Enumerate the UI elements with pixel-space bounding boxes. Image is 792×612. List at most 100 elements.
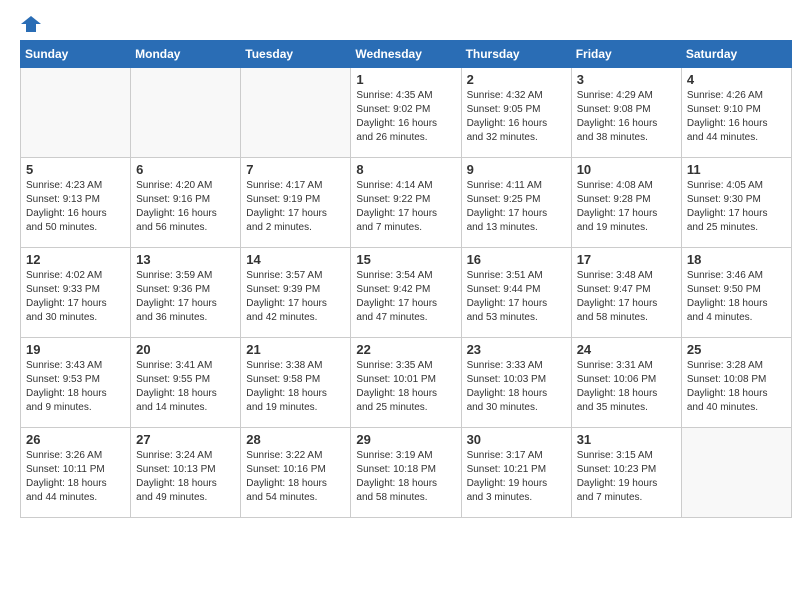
day-info: Sunrise: 3:46 AM Sunset: 9:50 PM Dayligh… (687, 269, 786, 325)
day-info: Sunrise: 4:14 AM Sunset: 9:22 PM Dayligh… (356, 179, 455, 235)
day-info: Sunrise: 3:57 AM Sunset: 9:39 PM Dayligh… (246, 269, 345, 325)
day-info: Sunrise: 4:05 AM Sunset: 9:30 PM Dayligh… (687, 179, 786, 235)
calendar-table: SundayMondayTuesdayWednesdayThursdayFrid… (20, 40, 792, 518)
calendar-day-cell: 19 Sunrise: 3:43 AM Sunset: 9:53 PM Dayli… (21, 338, 131, 428)
day-number: 12 (26, 252, 125, 267)
day-number: 8 (356, 162, 455, 177)
calendar-wrapper: SundayMondayTuesdayWednesdayThursdayFrid… (0, 40, 792, 528)
calendar-day-cell: 8 Sunrise: 4:14 AM Sunset: 9:22 PM Daylig… (351, 158, 461, 248)
calendar-day-cell: 13Sunrise: 3:59 AM Sunset: 9:36 PM Dayli… (131, 248, 241, 338)
calendar-day-cell: 27 Sunrise: 3:24 AM Sunset: 10:13 PM Dayl… (131, 428, 241, 518)
day-number: 27 (136, 432, 235, 447)
day-info: Sunrise: 3:43 AM Sunset: 9:53 PM Dayligh… (26, 359, 125, 415)
calendar-week-5: 26 Sunrise: 3:26 AM Sunset: 10:11 PM Dayl… (21, 428, 792, 518)
calendar-day-cell: 26 Sunrise: 3:26 AM Sunset: 10:11 PM Dayl… (21, 428, 131, 518)
day-info: Sunrise: 3:48 AM Sunset: 9:47 PM Dayligh… (577, 269, 676, 325)
calendar-day-cell: 12 Sunrise: 4:02 AM Sunset: 9:33 PM Dayli… (21, 248, 131, 338)
day-number: 19 (26, 342, 125, 357)
day-info: Sunrise: 3:54 AM Sunset: 9:42 PM Dayligh… (356, 269, 455, 325)
day-number: 29 (356, 432, 455, 447)
day-header-wednesday: Wednesday (351, 41, 461, 68)
day-number: 26 (26, 432, 125, 447)
calendar-day-cell: 17 Sunrise: 3:48 AM Sunset: 9:47 PM Dayli… (571, 248, 681, 338)
day-number: 4 (687, 72, 786, 87)
day-info: Sunrise: 4:11 AM Sunset: 9:25 PM Dayligh… (467, 179, 566, 235)
day-info: Sunrise: 3:26 AM Sunset: 10:11 PM Daylig… (26, 449, 125, 505)
calendar-day-cell: 31 Sunrise: 3:15 AM Sunset: 10:23 PM Dayl… (571, 428, 681, 518)
day-number: 21 (246, 342, 345, 357)
calendar-day-cell: 4Sunrise: 4:26 AM Sunset: 9:10 PM Daylig… (681, 68, 791, 158)
day-info: Sunrise: 3:59 AM Sunset: 9:36 PM Dayligh… (136, 269, 235, 325)
day-info: Sunrise: 4:02 AM Sunset: 9:33 PM Dayligh… (26, 269, 125, 325)
calendar-week-1: 1 Sunrise: 4:35 AM Sunset: 9:02 PM Daylig… (21, 68, 792, 158)
calendar-day-cell: 5 Sunrise: 4:23 AM Sunset: 9:13 PM Daylig… (21, 158, 131, 248)
day-number: 25 (687, 342, 786, 357)
calendar-day-cell: 1 Sunrise: 4:35 AM Sunset: 9:02 PM Daylig… (351, 68, 461, 158)
calendar-day-cell: 14 Sunrise: 3:57 AM Sunset: 9:39 PM Dayli… (241, 248, 351, 338)
calendar-day-cell: 20Sunrise: 3:41 AM Sunset: 9:55 PM Dayli… (131, 338, 241, 428)
logo-icon (21, 16, 41, 32)
calendar-day-cell: 6Sunrise: 4:20 AM Sunset: 9:16 PM Daylig… (131, 158, 241, 248)
day-number: 1 (356, 72, 455, 87)
day-info: Sunrise: 3:35 AM Sunset: 10:01 PM Daylig… (356, 359, 455, 415)
calendar-week-4: 19 Sunrise: 3:43 AM Sunset: 9:53 PM Dayli… (21, 338, 792, 428)
calendar-day-cell: 28Sunrise: 3:22 AM Sunset: 10:16 PM Dayl… (241, 428, 351, 518)
day-info: Sunrise: 3:31 AM Sunset: 10:06 PM Daylig… (577, 359, 676, 415)
day-info: Sunrise: 3:15 AM Sunset: 10:23 PM Daylig… (577, 449, 676, 505)
day-info: Sunrise: 4:17 AM Sunset: 9:19 PM Dayligh… (246, 179, 345, 235)
calendar-day-cell: 10Sunrise: 4:08 AM Sunset: 9:28 PM Dayli… (571, 158, 681, 248)
calendar-day-cell: 23Sunrise: 3:33 AM Sunset: 10:03 PM Dayl… (461, 338, 571, 428)
day-info: Sunrise: 3:28 AM Sunset: 10:08 PM Daylig… (687, 359, 786, 415)
day-info: Sunrise: 4:35 AM Sunset: 9:02 PM Dayligh… (356, 89, 455, 145)
calendar-body: 1 Sunrise: 4:35 AM Sunset: 9:02 PM Daylig… (21, 68, 792, 518)
day-info: Sunrise: 3:19 AM Sunset: 10:18 PM Daylig… (356, 449, 455, 505)
day-number: 5 (26, 162, 125, 177)
calendar-day-cell: 22 Sunrise: 3:35 AM Sunset: 10:01 PM Dayl… (351, 338, 461, 428)
page-header (0, 0, 792, 40)
day-number: 15 (356, 252, 455, 267)
logo (20, 16, 42, 32)
day-number: 2 (467, 72, 566, 87)
calendar-day-cell: 15 Sunrise: 3:54 AM Sunset: 9:42 PM Dayli… (351, 248, 461, 338)
day-header-friday: Friday (571, 41, 681, 68)
day-number: 9 (467, 162, 566, 177)
day-header-thursday: Thursday (461, 41, 571, 68)
day-info: Sunrise: 4:20 AM Sunset: 9:16 PM Dayligh… (136, 179, 235, 235)
calendar-day-cell: 16 Sunrise: 3:51 AM Sunset: 9:44 PM Dayli… (461, 248, 571, 338)
calendar-day-cell: 29 Sunrise: 3:19 AM Sunset: 10:18 PM Dayl… (351, 428, 461, 518)
day-header-saturday: Saturday (681, 41, 791, 68)
calendar-week-3: 12 Sunrise: 4:02 AM Sunset: 9:33 PM Dayli… (21, 248, 792, 338)
calendar-day-cell (681, 428, 791, 518)
day-headers-row: SundayMondayTuesdayWednesdayThursdayFrid… (21, 41, 792, 68)
calendar-day-cell: 25 Sunrise: 3:28 AM Sunset: 10:08 PM Dayl… (681, 338, 791, 428)
day-number: 10 (577, 162, 676, 177)
day-info: Sunrise: 4:23 AM Sunset: 9:13 PM Dayligh… (26, 179, 125, 235)
day-number: 24 (577, 342, 676, 357)
calendar-day-cell: 30 Sunrise: 3:17 AM Sunset: 10:21 PM Dayl… (461, 428, 571, 518)
day-header-tuesday: Tuesday (241, 41, 351, 68)
calendar-day-cell (21, 68, 131, 158)
day-info: Sunrise: 3:24 AM Sunset: 10:13 PM Daylig… (136, 449, 235, 505)
day-info: Sunrise: 3:17 AM Sunset: 10:21 PM Daylig… (467, 449, 566, 505)
day-number: 22 (356, 342, 455, 357)
day-number: 17 (577, 252, 676, 267)
day-info: Sunrise: 3:51 AM Sunset: 9:44 PM Dayligh… (467, 269, 566, 325)
day-info: Sunrise: 4:29 AM Sunset: 9:08 PM Dayligh… (577, 89, 676, 145)
day-info: Sunrise: 3:33 AM Sunset: 10:03 PM Daylig… (467, 359, 566, 415)
calendar-week-2: 5 Sunrise: 4:23 AM Sunset: 9:13 PM Daylig… (21, 158, 792, 248)
calendar-day-cell: 7Sunrise: 4:17 AM Sunset: 9:19 PM Daylig… (241, 158, 351, 248)
day-header-sunday: Sunday (21, 41, 131, 68)
day-header-monday: Monday (131, 41, 241, 68)
calendar-day-cell: 2 Sunrise: 4:32 AM Sunset: 9:05 PM Daylig… (461, 68, 571, 158)
day-number: 16 (467, 252, 566, 267)
day-number: 3 (577, 72, 676, 87)
calendar-day-cell: 11Sunrise: 4:05 AM Sunset: 9:30 PM Dayli… (681, 158, 791, 248)
calendar-day-cell (131, 68, 241, 158)
day-number: 31 (577, 432, 676, 447)
day-info: Sunrise: 3:22 AM Sunset: 10:16 PM Daylig… (246, 449, 345, 505)
day-number: 30 (467, 432, 566, 447)
day-info: Sunrise: 4:32 AM Sunset: 9:05 PM Dayligh… (467, 89, 566, 145)
day-info: Sunrise: 3:41 AM Sunset: 9:55 PM Dayligh… (136, 359, 235, 415)
calendar-day-cell: 21Sunrise: 3:38 AM Sunset: 9:58 PM Dayli… (241, 338, 351, 428)
day-number: 14 (246, 252, 345, 267)
